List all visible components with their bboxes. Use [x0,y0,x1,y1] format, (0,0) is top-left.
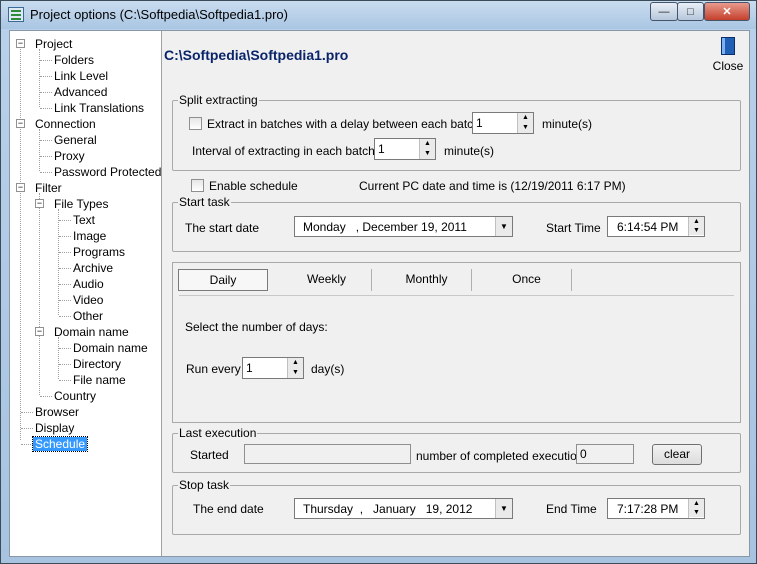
schedule-panel: C:\Softpedia\Softpedia1.pro Close Split … [163,31,749,556]
title-bar[interactable]: Project options (C:\Softpedia\Softpedia1… [1,1,756,29]
clear-button[interactable]: clear [652,444,702,465]
tree-item-project[interactable]: Project [33,37,74,51]
completed-executions-label: number of completed executions [416,449,590,463]
completed-executions-field: 0 [576,444,634,464]
close-window-button[interactable]: ✕ [704,2,750,21]
enable-schedule-checkbox[interactable] [191,179,204,192]
enable-schedule-label: Enable schedule [209,179,298,193]
project-options-window: Project options (C:\Softpedia\Softpedia1… [0,0,757,564]
end-date-picker[interactable]: Thursday , January 19, 2012 ▼ [294,498,513,519]
tree-item-image[interactable]: Image [71,229,108,243]
batches-label: Extract in batches with a delay between … [207,117,491,131]
tree-item-file-types[interactable]: File Types [52,197,110,211]
tree-item-other[interactable]: Other [71,309,105,323]
tree-item-video[interactable]: Video [71,293,105,307]
tree-item-audio[interactable]: Audio [71,277,106,291]
spin-up-icon[interactable]: ▲ [689,217,704,226]
tree-item-link-level[interactable]: Link Level [52,69,110,83]
tree-item-text[interactable]: Text [71,213,97,227]
interval-label: Interval of extracting in each batch [192,144,375,158]
started-label: Started [190,448,229,462]
split-extracting-group: Split extracting [172,93,741,171]
start-time-stepper[interactable]: 6:14:54 PM ▲ ▼ [607,216,705,237]
schedule-type-panel: Daily Weekly Monthly Once Select the num… [172,262,741,423]
spin-up-icon[interactable]: ▲ [689,499,704,508]
tree-item-advanced[interactable]: Advanced [52,85,109,99]
tree-item-browser[interactable]: Browser [33,405,81,419]
split-extracting-legend: Split extracting [179,93,258,107]
tree-item-directory[interactable]: Directory [71,357,123,371]
tree-item-domain-name[interactable]: Domain name [71,341,150,355]
tree-item-file-name[interactable]: File name [71,373,128,387]
start-date-label: The start date [185,221,260,235]
end-time-stepper[interactable]: 7:17:28 PM ▲ ▼ [607,498,705,519]
tab-once[interactable]: Once [482,269,572,291]
run-every-label: Run every [186,362,241,376]
tree-item-archive[interactable]: Archive [71,261,115,275]
spin-down-icon[interactable]: ▼ [689,508,704,517]
close-button[interactable]: Close [711,37,745,73]
interval-unit: minute(s) [444,144,495,158]
tree-item-password-protected[interactable]: Password Protected [52,165,161,179]
tree-item-general[interactable]: General [52,133,99,147]
tree-item-link-translations[interactable]: Link Translations [52,101,146,115]
start-date-picker[interactable]: Monday , December 19, 2011 ▼ [294,216,513,237]
start-time-label: Start Time [546,221,601,235]
start-task-legend: Start task [179,195,230,209]
tree-item-proxy[interactable]: Proxy [52,149,87,163]
door-icon [721,37,735,55]
batches-unit: minute(s) [542,117,593,131]
tree-item-display[interactable]: Display [33,421,76,435]
spin-up-icon[interactable]: ▲ [518,113,533,123]
end-time-label: End Time [546,502,597,516]
tree-item-domain-name-group[interactable]: Domain name [52,325,131,339]
tree-item-folders[interactable]: Folders [52,53,96,67]
batches-delay-stepper[interactable]: 1 ▲ ▼ [472,112,534,134]
dropdown-arrow-icon[interactable]: ▼ [495,499,512,518]
spin-up-icon[interactable]: ▲ [420,139,435,149]
tab-monthly[interactable]: Monthly [382,269,472,291]
spin-down-icon[interactable]: ▼ [689,226,704,235]
tree-item-country[interactable]: Country [52,389,98,403]
spin-down-icon[interactable]: ▼ [518,123,533,133]
dialog-body: − Project Folders Link Level Advanced Li… [9,30,750,557]
stop-task-legend: Stop task [179,478,230,492]
spin-up-icon[interactable]: ▲ [288,358,303,368]
minimize-button[interactable]: — [650,2,678,21]
started-field [244,444,411,464]
collapse-connection-icon[interactable]: − [16,119,25,128]
run-every-stepper[interactable]: 1 ▲ ▼ [242,357,304,379]
spin-down-icon[interactable]: ▼ [420,149,435,159]
batches-checkbox[interactable] [189,117,202,130]
tree-item-programs[interactable]: Programs [71,245,127,259]
close-button-label: Close [712,59,744,73]
days-prompt: Select the number of days: [185,320,328,334]
interval-stepper[interactable]: 1 ▲ ▼ [374,138,436,160]
project-path: C:\Softpedia\Softpedia1.pro [164,47,349,63]
last-execution-legend: Last execution [179,426,257,440]
dropdown-arrow-icon[interactable]: ▼ [495,217,512,236]
collapse-domain-name-icon[interactable]: − [35,327,44,336]
window-title: Project options (C:\Softpedia\Softpedia1… [30,7,288,22]
app-icon [8,7,24,22]
tab-divider [179,295,734,296]
end-date-label: The end date [193,502,264,516]
tree-item-connection[interactable]: Connection [33,117,98,131]
tab-weekly[interactable]: Weekly [282,269,372,291]
options-tree[interactable]: − Project Folders Link Level Advanced Li… [10,31,162,556]
collapse-project-icon[interactable]: − [16,39,25,48]
spin-down-icon[interactable]: ▼ [288,368,303,378]
run-every-unit: day(s) [311,362,345,376]
maximize-button[interactable]: □ [677,2,704,21]
tree-item-schedule[interactable]: Schedule [31,436,89,452]
collapse-file-types-icon[interactable]: − [35,199,44,208]
tree-item-filter[interactable]: Filter [33,181,64,195]
tab-daily[interactable]: Daily [178,269,268,291]
current-time-text: Current PC date and time is (12/19/2011 … [359,179,626,193]
collapse-filter-icon[interactable]: − [16,183,25,192]
